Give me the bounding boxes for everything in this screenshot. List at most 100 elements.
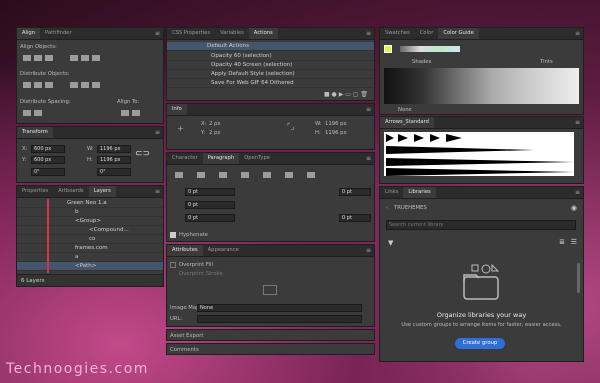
scrollbar[interactable] <box>577 263 580 293</box>
action-row[interactable]: Opacity 40 Screen (selection) <box>167 61 374 70</box>
layer-row[interactable]: co <box>17 235 163 244</box>
tab-color[interactable]: Color <box>415 28 439 39</box>
tab-actions[interactable]: Actions <box>248 28 278 39</box>
transform-panel: Transform ≡ X: 600 px W: 1196 px Y: 600 p… <box>16 126 164 183</box>
align-to-buttons[interactable] <box>121 110 143 118</box>
h-field[interactable]: 1196 px <box>97 156 131 164</box>
tab-css-properties[interactable]: CSS Properties <box>167 28 215 39</box>
base-color-swatch[interactable] <box>384 45 392 53</box>
layer-name: <Path> <box>75 263 97 269</box>
overprint-stroke-label: Overprint Stroke <box>179 271 223 277</box>
user-icon[interactable]: ◉ <box>571 204 577 212</box>
layer-row[interactable]: <Compound... <box>17 226 163 235</box>
layers-count: 6 Layers <box>21 278 45 284</box>
tab-libraries[interactable]: Libraries <box>403 187 436 198</box>
harmony-strip[interactable] <box>400 46 460 52</box>
panel-menu-icon[interactable]: ≡ <box>575 189 580 196</box>
panel-menu-icon[interactable]: ≡ <box>155 30 160 37</box>
first-line-indent-field[interactable]: 0 pt <box>339 188 371 196</box>
shades-label: Shades <box>412 59 432 65</box>
align-objects-buttons[interactable] <box>23 55 103 63</box>
action-row[interactable]: Apply Default Style (selection) <box>167 70 374 79</box>
create-group-button[interactable]: Create group <box>455 338 505 349</box>
w-field[interactable]: 1196 px <box>97 145 131 153</box>
tab-attributes[interactable]: Attributes <box>167 245 203 256</box>
layer-color-bar <box>47 199 49 273</box>
panel-menu-icon[interactable]: ≡ <box>366 247 371 254</box>
tab-layers[interactable]: Layers <box>88 186 116 197</box>
color-guide-panel: Swatches Color Color Guide ≡ Shades Tints N… <box>379 27 584 115</box>
action-row[interactable]: Save For Web GIF 64 Dithered <box>167 79 374 88</box>
crosshair-icon: + <box>177 124 184 133</box>
space-after-field[interactable]: 0 pt <box>339 214 371 222</box>
actions-controls[interactable]: ■ ● ▶ ▭ ▢ 🗑 <box>324 91 368 98</box>
y-field[interactable]: 600 px <box>31 156 65 164</box>
tab-links[interactable]: Links <box>380 187 403 198</box>
hyphenate-checkbox[interactable] <box>170 232 176 238</box>
left-indent-field[interactable]: 0 pt <box>185 188 235 196</box>
tab-info[interactable]: Info <box>167 104 187 115</box>
info-panel: Info ≡ + X: 2 px Y: 2 px ⌜⌟ W: 1196 px H: 119… <box>166 103 375 150</box>
distribute-objects-buttons[interactable] <box>23 82 103 90</box>
back-icon[interactable]: ‹ <box>386 205 388 211</box>
action-set-row[interactable]: Default Actions <box>167 42 374 51</box>
tab-artboards[interactable]: Artboards <box>53 186 88 197</box>
panel-menu-icon[interactable]: ≡ <box>366 106 371 113</box>
tab-transform[interactable]: Transform <box>17 127 53 138</box>
tab-variables[interactable]: Variables <box>215 28 249 39</box>
panel-menu-icon[interactable]: ≡ <box>575 30 580 37</box>
filter-icon[interactable]: ▼ <box>388 239 393 247</box>
link-icon[interactable]: ⊂⊃ <box>135 149 150 159</box>
distribute-objects-label: Distribute Objects: <box>20 71 70 77</box>
layer-row[interactable]: <Group> <box>17 217 163 226</box>
x-field[interactable]: 600 px <box>31 145 65 153</box>
color-variations-grid[interactable] <box>384 68 579 104</box>
panel-menu-icon[interactable]: ≡ <box>575 119 580 126</box>
asset-export-panel[interactable]: Asset Export <box>166 329 375 341</box>
tab-pathfinder[interactable]: Pathfinder <box>40 28 77 39</box>
layer-row[interactable]: frames.com <box>17 244 163 253</box>
paragraph-align-buttons[interactable] <box>175 172 318 180</box>
library-search-field[interactable]: Search current library <box>386 220 576 230</box>
layer-row[interactable]: b <box>17 208 163 217</box>
tab-swatches[interactable]: Swatches <box>380 28 415 39</box>
action-name: Save For Web GIF 64 Dithered <box>211 80 294 86</box>
tab-appearance[interactable]: Appearance <box>203 245 244 256</box>
panel-menu-icon[interactable]: ≡ <box>155 188 160 195</box>
watermark: Technoogies.com <box>6 361 149 377</box>
sort-icon[interactable]: ≣ <box>559 238 565 246</box>
arrows-panel: Arrows_Standard ≡ <box>379 116 584 184</box>
panel-menu-icon[interactable]: ≡ <box>366 30 371 37</box>
panel-menu-icon[interactable]: ≡ <box>366 155 371 162</box>
image-map-select[interactable]: None <box>197 304 362 312</box>
layer-row[interactable]: Green Neo 1.a <box>17 199 163 208</box>
distribute-spacing-buttons[interactable] <box>23 110 45 118</box>
comments-panel[interactable]: Comments <box>166 343 375 355</box>
panel-menu-icon[interactable]: ≡ <box>155 129 160 136</box>
tab-color-guide[interactable]: Color Guide <box>438 28 479 39</box>
arrow-brush-preview[interactable] <box>384 132 574 176</box>
layer-row[interactable]: a <box>17 253 163 262</box>
overprint-fill-checkbox[interactable] <box>170 262 176 268</box>
tab-character[interactable]: Character <box>167 153 203 164</box>
action-row[interactable]: Opacity 60 (selection) <box>167 52 374 61</box>
tab-opentype[interactable]: OpenType <box>239 153 275 164</box>
info-x-label: X: <box>201 121 207 127</box>
space-before-field[interactable]: 0 pt <box>185 214 235 222</box>
layer-row[interactable]: <Path> <box>17 262 163 271</box>
action-name: Opacity 40 Screen (selection) <box>211 62 293 68</box>
tab-paragraph[interactable]: Paragraph <box>202 153 240 164</box>
angle-field[interactable]: 0° <box>31 168 65 176</box>
layers-footer: 6 Layers <box>17 274 163 286</box>
align-panel: Align Pathfinder ≡ Align Objects: Distribu… <box>16 27 164 124</box>
tab-arrows-standard[interactable]: Arrows_Standard <box>380 117 434 128</box>
url-field[interactable] <box>197 315 362 323</box>
shape-button[interactable] <box>263 285 277 295</box>
view-icon[interactable]: ☰ <box>571 238 577 246</box>
tab-properties[interactable]: Properties <box>17 186 53 197</box>
color-guide-footer: None <box>398 107 412 113</box>
tab-align[interactable]: Align <box>17 28 41 39</box>
action-name: Default Actions <box>207 43 249 49</box>
right-indent-field[interactable]: 0 pt <box>185 201 235 209</box>
shear-field[interactable]: 0° <box>97 168 131 176</box>
